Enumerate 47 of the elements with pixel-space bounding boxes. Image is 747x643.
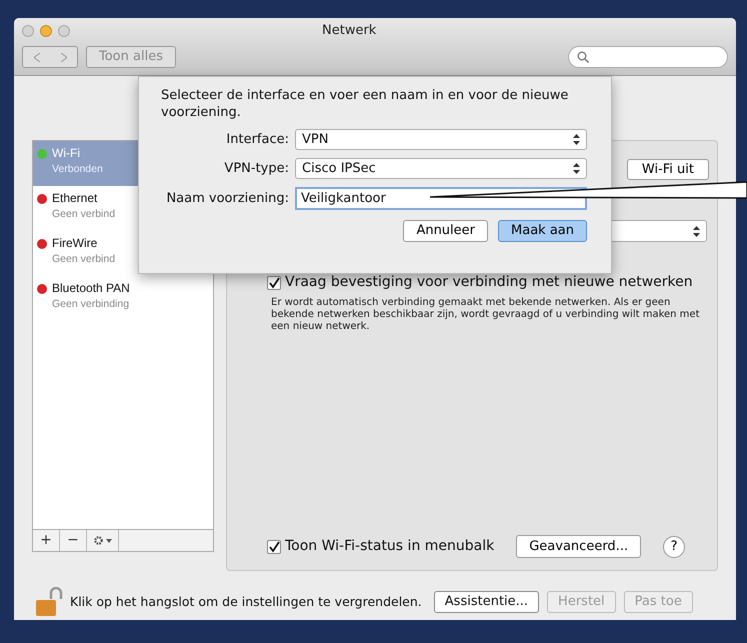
popup-menu[interactable]: VPN — [295, 129, 587, 150]
lock-hint: Klik op het hangslot om de instellingen te vergrendelen. — [70, 592, 422, 611]
updown-arrows-icon — [573, 163, 580, 174]
field-label: Interface: — [225, 130, 289, 149]
popup-value: Cisco IPSec — [302, 160, 376, 178]
service-item[interactable]: Bluetooth PAN Geen verbinding — [33, 276, 213, 321]
close-button[interactable] — [22, 25, 34, 37]
sheet-button[interactable]: Maak aan — [498, 220, 587, 242]
list-button[interactable]: − — [60, 530, 87, 551]
window-title: Netwerk — [322, 22, 376, 40]
caret-icon — [106, 538, 112, 542]
field-label: VPN-type: — [223, 160, 289, 178]
service-name: Ethernet — [52, 190, 98, 206]
padlock-icon — [34, 587, 64, 617]
list-button[interactable]: + — [33, 530, 60, 551]
service-name: FireWire — [52, 235, 98, 251]
sheet-button[interactable]: Annuleer — [403, 220, 488, 242]
note-text: Er wordt automatisch verbinding gemaakt met bekende netwerken. Als er geen bekende netwerken beschikbaar zijn, wordt gevraagd of u verbinding wilt maken met een nieuw netwerk. — [271, 297, 701, 333]
popup-menu[interactable]: Cisco IPSec — [295, 158, 587, 179]
search-field[interactable] — [568, 46, 728, 68]
checkbox-label: Vraag bevestiging voor verbinding met nieuwe netwerken — [285, 273, 693, 292]
service-name: Bluetooth PAN — [52, 280, 130, 296]
zoom-button[interactable] — [58, 25, 70, 37]
service-name: Wi-Fi — [52, 145, 81, 161]
updown-arrows-icon — [693, 226, 700, 236]
updown-arrows-icon — [573, 134, 580, 145]
service-status: Geen verbinding — [52, 297, 130, 312]
wifi-off-button[interactable]: Wi-Fi uit — [626, 159, 709, 180]
advanced-button[interactable]: Geavanceerd... — [516, 535, 642, 558]
service-item[interactable]: FireWire Geen verbind — [33, 231, 213, 276]
back-icon — [34, 52, 40, 62]
service-status: Geen verbind — [52, 207, 116, 222]
gear-icon — [93, 535, 104, 546]
field-label: Naam voorziening: — [165, 190, 289, 208]
forward-icon — [60, 52, 66, 62]
footer-button[interactable]: Assistentie... — [434, 591, 540, 613]
service-status: Geen verbind — [52, 252, 116, 267]
sheet-prompt: Selecteer de interface en voer een naam in en voor de nieuwe voorziening. — [161, 87, 570, 121]
minimize-button[interactable] — [40, 25, 52, 37]
checkbox[interactable] — [267, 276, 281, 290]
help-button[interactable]: ? — [663, 536, 686, 558]
checkbox[interactable] — [267, 540, 281, 554]
popup-value: VPN — [302, 130, 328, 149]
service-status: Verbonden — [52, 162, 103, 177]
search-icon — [577, 51, 589, 63]
back-forward-buttons[interactable] — [22, 46, 78, 68]
checkbox-label: Toon Wi-Fi-status in menubalk — [285, 537, 494, 556]
